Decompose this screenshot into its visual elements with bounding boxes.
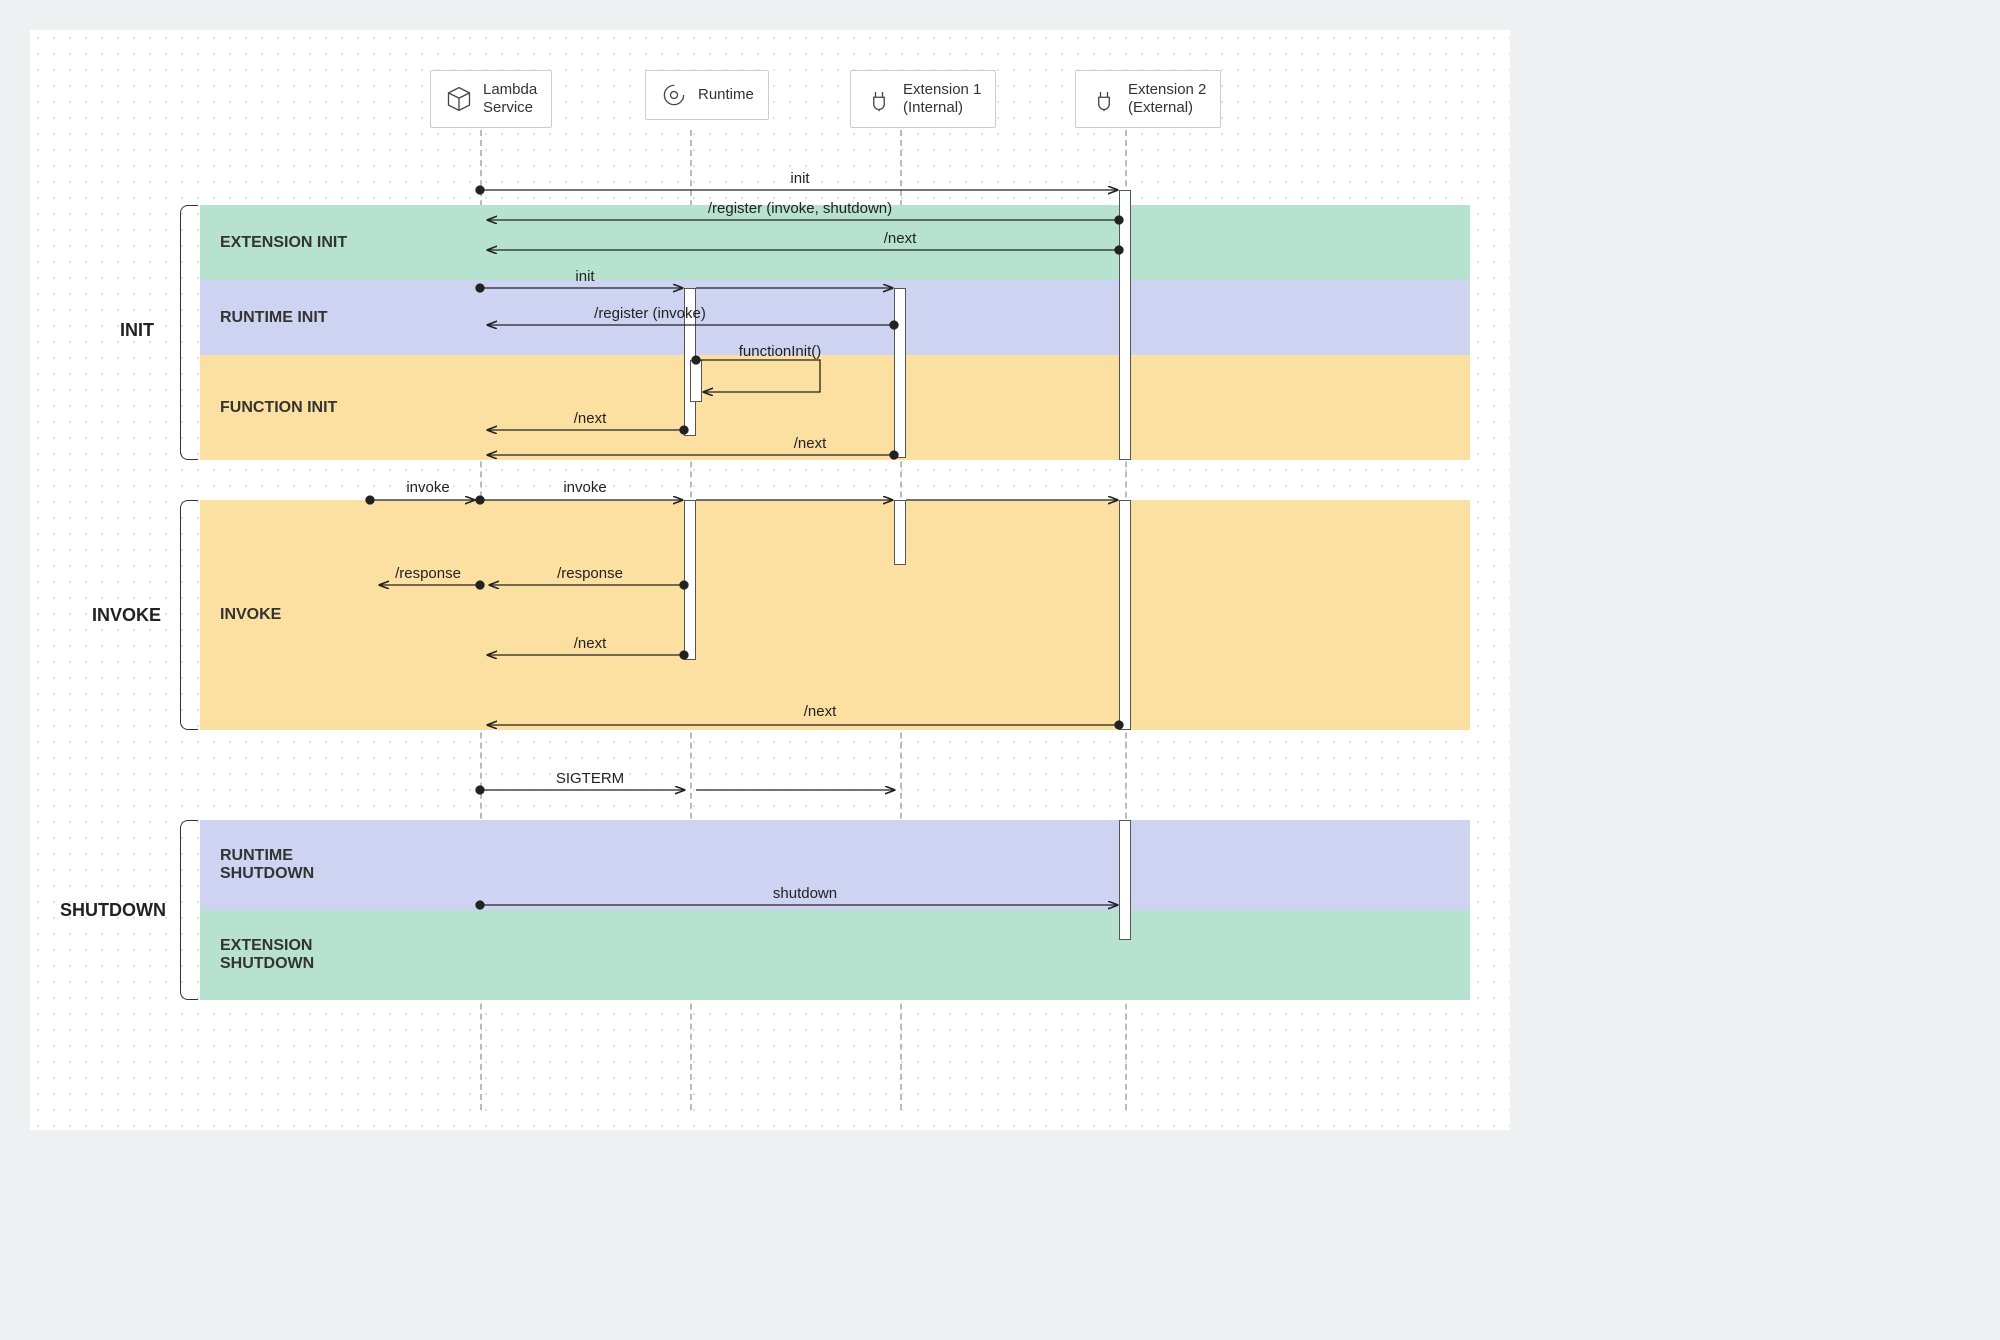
activation-ext2-invoke	[1119, 500, 1131, 730]
msg-register-ext: /register (invoke, shutdown)	[708, 200, 892, 217]
activation-ext2-init	[1119, 190, 1131, 460]
actor-runtime: Runtime	[645, 70, 769, 120]
brace-invoke	[180, 500, 198, 730]
actor-ext2-label: Extension 2 (External)	[1128, 81, 1206, 117]
section-invoke-label: INVOKE	[92, 605, 161, 626]
msg-next-ext2: /next	[804, 703, 837, 720]
msg-shutdown: shutdown	[773, 885, 837, 902]
band-runtime-init: RUNTIME INIT	[200, 280, 1470, 355]
plug-icon	[865, 85, 893, 113]
cube-icon	[445, 85, 473, 113]
msg-init-rt: init	[575, 268, 594, 285]
activation-ext1-init	[894, 288, 906, 458]
msg-init-ext: init	[790, 170, 809, 187]
band-extension-shutdown: EXTENSION SHUTDOWN	[200, 910, 1470, 1000]
actor-extension-2: Extension 2 (External)	[1075, 70, 1221, 128]
actor-lambda-service: Lambda Service	[430, 70, 552, 128]
sequence-diagram: Lambda Service Runtime Extension 1 (Inte…	[30, 30, 1510, 1130]
activation-ext1-invoke	[894, 500, 906, 565]
msg-invoke-in: invoke	[406, 479, 449, 496]
band-invoke: INVOKE	[200, 500, 1470, 730]
brace-shutdown	[180, 820, 198, 1000]
msg-invoke-out: invoke	[563, 479, 606, 496]
actor-extension-1: Extension 1 (Internal)	[850, 70, 996, 128]
msg-sigterm: SIGTERM	[556, 770, 624, 787]
msg-register-rt: /register (invoke)	[594, 305, 706, 322]
activation-runtime-fninit	[690, 360, 702, 402]
msg-next-ext1: /next	[884, 230, 917, 247]
msg-resp-out: /response	[395, 565, 461, 582]
actor-runtime-label: Runtime	[698, 86, 754, 104]
msg-next-rt2: /next	[574, 635, 607, 652]
spinner-icon	[660, 81, 688, 109]
section-init-label: INIT	[120, 320, 154, 341]
actor-ext1-label: Extension 1 (Internal)	[903, 81, 981, 117]
section-shutdown-label: SHUTDOWN	[60, 900, 166, 921]
actor-lambda-label: Lambda Service	[483, 81, 537, 117]
band-function-init: FUNCTION INIT	[200, 355, 1470, 460]
brace-init	[180, 205, 198, 460]
activation-ext2-shutdown	[1119, 820, 1131, 940]
msg-next-int: /next	[794, 435, 827, 452]
msg-fninit: functionInit()	[739, 343, 822, 360]
activation-runtime-invoke	[684, 500, 696, 660]
msg-next-rt: /next	[574, 410, 607, 427]
plug-icon	[1090, 85, 1118, 113]
msg-resp-in: /response	[557, 565, 623, 582]
